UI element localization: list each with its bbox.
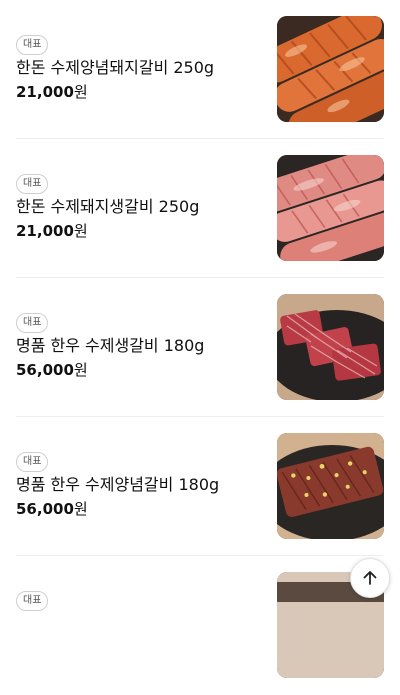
marinated-beef-ribs-image — [277, 433, 384, 539]
menu-item-name: 한돈 수제양념돼지갈비 250g — [16, 58, 215, 77]
menu-item[interactable]: 대표 한돈 수제양념돼지갈비 250g 21,000원 — [0, 0, 400, 139]
price-value: 56,000 — [16, 361, 74, 379]
scroll-to-top-button[interactable] — [350, 558, 390, 598]
price-currency: 원 — [73, 500, 88, 518]
representative-badge: 대표 — [16, 313, 49, 333]
beef-short-ribs-image — [277, 294, 384, 400]
menu-item[interactable]: 대표 명품 한우 수제양념갈비 180g 56,000원 — [0, 417, 400, 556]
menu-item-price: 56,000원 — [16, 360, 88, 380]
menu-item-price: 56,000원 — [16, 499, 88, 519]
price-currency: 원 — [73, 222, 88, 240]
price-currency: 원 — [73, 361, 88, 379]
price-currency: 원 — [73, 83, 88, 101]
menu-item-name: 명품 한우 수제양념갈비 180g — [16, 475, 220, 494]
menu-item-name: 명품 한우 수제생갈비 180g — [16, 336, 205, 355]
marinated-pork-ribs-image — [277, 16, 384, 122]
representative-badge: 대표 — [16, 591, 49, 611]
menu-item[interactable]: 대표 명품 한우 수제생갈비 180g 56,000원 — [0, 278, 400, 417]
menu-item-photo[interactable] — [277, 433, 384, 539]
price-value: 21,000 — [16, 83, 74, 101]
representative-badge: 대표 — [16, 35, 49, 55]
representative-badge: 대표 — [16, 174, 49, 194]
menu-item-photo[interactable] — [277, 155, 384, 261]
arrow-up-icon — [363, 571, 377, 585]
menu-item-price: 21,000원 — [16, 82, 88, 102]
menu-item[interactable]: 대표 — [0, 556, 400, 695]
price-value: 56,000 — [16, 500, 74, 518]
representative-badge: 대표 — [16, 452, 49, 472]
menu-item-photo[interactable] — [277, 294, 384, 400]
menu-item[interactable]: 대표 한돈 수제돼지생갈비 250g 21,000원 — [0, 139, 400, 278]
menu-item-photo[interactable] — [277, 16, 384, 122]
raw-pork-ribs-image — [277, 155, 384, 261]
menu-item-name: 한돈 수제돼지생갈비 250g — [16, 197, 200, 216]
menu-item-price: 21,000원 — [16, 221, 88, 241]
price-value: 21,000 — [16, 222, 74, 240]
